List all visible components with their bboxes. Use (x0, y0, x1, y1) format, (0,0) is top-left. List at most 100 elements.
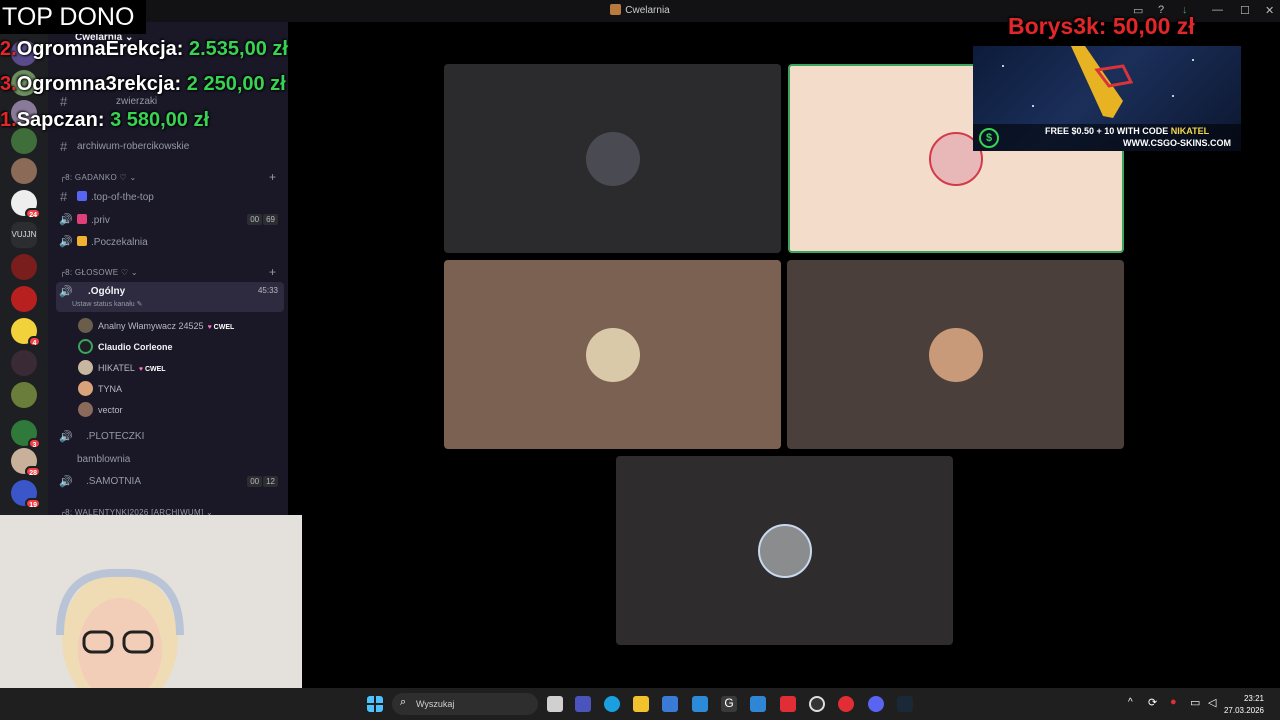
close-button[interactable]: ✕ (1265, 4, 1274, 17)
chevron-up-icon[interactable]: ^ (1128, 697, 1133, 708)
category-header[interactable]: ╭8: GADANKO ♡ ⌄ (60, 173, 137, 182)
participant-avatar (757, 523, 812, 578)
donor-name: Sapczan: (16, 109, 105, 131)
member-name-text: Analny Włamywacz 24525 (98, 321, 204, 331)
video-tile[interactable] (444, 64, 781, 253)
volume-icon[interactable]: ◁ (1208, 696, 1216, 709)
avatar (78, 339, 93, 354)
clock[interactable]: 23:21 27.03.2026 (1224, 693, 1264, 717)
channel-emoji-icon (77, 214, 87, 224)
server-icon[interactable] (11, 286, 37, 312)
donor-rank: 3. (0, 73, 17, 95)
server-icon[interactable]: 3 (11, 420, 41, 449)
donor-name: OgromnaErekcja: (16, 38, 184, 60)
channel-item[interactable]: 🔊 .SAMOTNIA 00 12 (56, 472, 284, 492)
channel-label-text: .top-of-the-top (91, 192, 154, 203)
role-tag-text: CWEL (144, 366, 166, 373)
steam-icon[interactable] (897, 696, 913, 712)
channel-item[interactable]: bamblownia (56, 450, 284, 470)
channel-item[interactable]: 🔊 .Poczekalnia (56, 232, 284, 252)
network-icon[interactable]: ▭ (1190, 696, 1200, 709)
windows-start-icon[interactable] (367, 696, 383, 712)
role-tag: ♥ CWEL (208, 324, 235, 331)
voice-member[interactable]: Analny Włamywacz 24525 ♥ CWEL (78, 316, 268, 336)
voice-member[interactable]: Claudio Corleone (78, 337, 268, 357)
channel-item[interactable]: # .top-of-the-top (56, 187, 284, 207)
channel-item[interactable]: # archiwum-robercikowskie (56, 137, 284, 157)
server-icon[interactable]: 28 (11, 448, 41, 477)
unread-badge: 19 (25, 498, 41, 509)
server-icon[interactable]: 19 (11, 480, 41, 509)
app-icon[interactable] (750, 696, 766, 712)
donor-name: Ogromna3rekcja: (16, 73, 182, 95)
channel-label-text: .Poczekalnia (91, 237, 148, 248)
unread-badge: 28 (25, 466, 41, 477)
teams-icon[interactable] (575, 696, 591, 712)
sponsor-banner: $ FREE $0.50 + 10 WITH CODE NIKATEL WWW.… (973, 46, 1241, 151)
taskbar: ⌕ Wyszukaj G ^ ⟳ ● ▭ ◁ 23:21 27.03.2026 (0, 688, 1280, 720)
active-voice-channel[interactable]: 🔊 .Ogólny 45:33 Ustaw status kanału ✎ (56, 282, 284, 312)
minimize-button[interactable]: — (1212, 4, 1223, 16)
search-placeholder: Wyszukaj (416, 699, 455, 709)
server-icon[interactable] (11, 350, 37, 376)
status-text: Ustaw status kanału (72, 301, 135, 308)
server-icon[interactable] (11, 158, 37, 184)
store-icon[interactable] (662, 696, 678, 712)
file-explorer-icon[interactable] (633, 696, 649, 712)
server-icon[interactable]: 4 (11, 318, 41, 347)
channel-label-text: .priv (91, 215, 110, 226)
app-icon[interactable]: G (721, 696, 737, 712)
top-dono-label: TOP DONO (0, 0, 146, 34)
participant-avatar (585, 131, 640, 186)
member-name: Claudio Corleone (98, 342, 173, 352)
counter-current: 00 (247, 476, 263, 487)
add-channel-icon[interactable]: + (269, 265, 276, 279)
clock-date: 27.03.2026 (1223, 706, 1264, 715)
set-status-link[interactable]: Ustaw status kanału ✎ (72, 300, 142, 308)
donor-amount: 2.535,00 zł (188, 38, 288, 60)
avatar (78, 318, 93, 333)
speaker-icon: 🔊 (59, 236, 73, 248)
server-icon[interactable]: VUJJN (11, 222, 37, 248)
video-tile[interactable] (616, 456, 953, 645)
channel-item[interactable]: 🔊 .PLOTECZKI (56, 427, 284, 447)
server-icon[interactable] (11, 382, 37, 408)
member-name: TYNA (98, 384, 123, 394)
server-icon[interactable] (11, 254, 37, 280)
donor-amount: 3 580,00 zł (110, 109, 210, 131)
speaker-icon: 🔊 (59, 214, 73, 226)
task-view-icon[interactable] (547, 696, 563, 712)
pencil-icon: ✎ (136, 301, 143, 308)
mail-icon[interactable] (692, 696, 708, 712)
opera-gx-icon[interactable] (838, 696, 854, 712)
edge-icon[interactable] (604, 696, 620, 712)
video-tile[interactable] (787, 260, 1124, 449)
category-header[interactable]: ╭8: GŁOSOWE ♡ ⌄ (60, 268, 138, 277)
video-tile[interactable] (444, 260, 781, 449)
donor-row: 3.Ogromna3rekcja: 2 250,00 zł (0, 73, 286, 96)
promo-line: FREE $0.50 + 10 WITH CODE NIKATEL (1045, 126, 1209, 136)
member-name: Analny Włamywacz 24525 ♥ CWEL (98, 321, 234, 331)
microphone-icon[interactable]: ● (1170, 696, 1177, 708)
speaker-icon: 🔊 (59, 476, 73, 488)
channel-label: .priv (77, 214, 110, 226)
add-channel-icon[interactable]: + (269, 170, 276, 184)
server-icon[interactable]: 24 (11, 190, 41, 219)
promo-url: WWW.CSGO-SKINS.COM (1123, 138, 1231, 148)
unread-badge: 3 (28, 438, 41, 449)
discord-icon[interactable] (868, 696, 884, 712)
taskbar-search[interactable]: ⌕ Wyszukaj (392, 693, 538, 715)
donor-rank: 1. (0, 109, 17, 131)
knife-graphic (1002, 46, 1194, 118)
voice-member[interactable]: HIKATEL ♥ CWEL (78, 358, 268, 378)
opera-icon[interactable] (780, 696, 796, 712)
voice-member[interactable]: TYNA (78, 379, 268, 399)
obs-icon[interactable] (809, 696, 825, 712)
channel-emoji-icon (77, 191, 87, 201)
window-title-text: Cwelarnia (625, 5, 670, 16)
sync-icon[interactable]: ⟳ (1148, 696, 1157, 709)
maximize-button[interactable]: ☐ (1240, 4, 1250, 17)
voice-member[interactable]: vector (78, 400, 268, 420)
channel-label: zwierzaki (116, 96, 158, 107)
channel-item[interactable]: 🔊 .priv 00 69 (56, 210, 284, 230)
